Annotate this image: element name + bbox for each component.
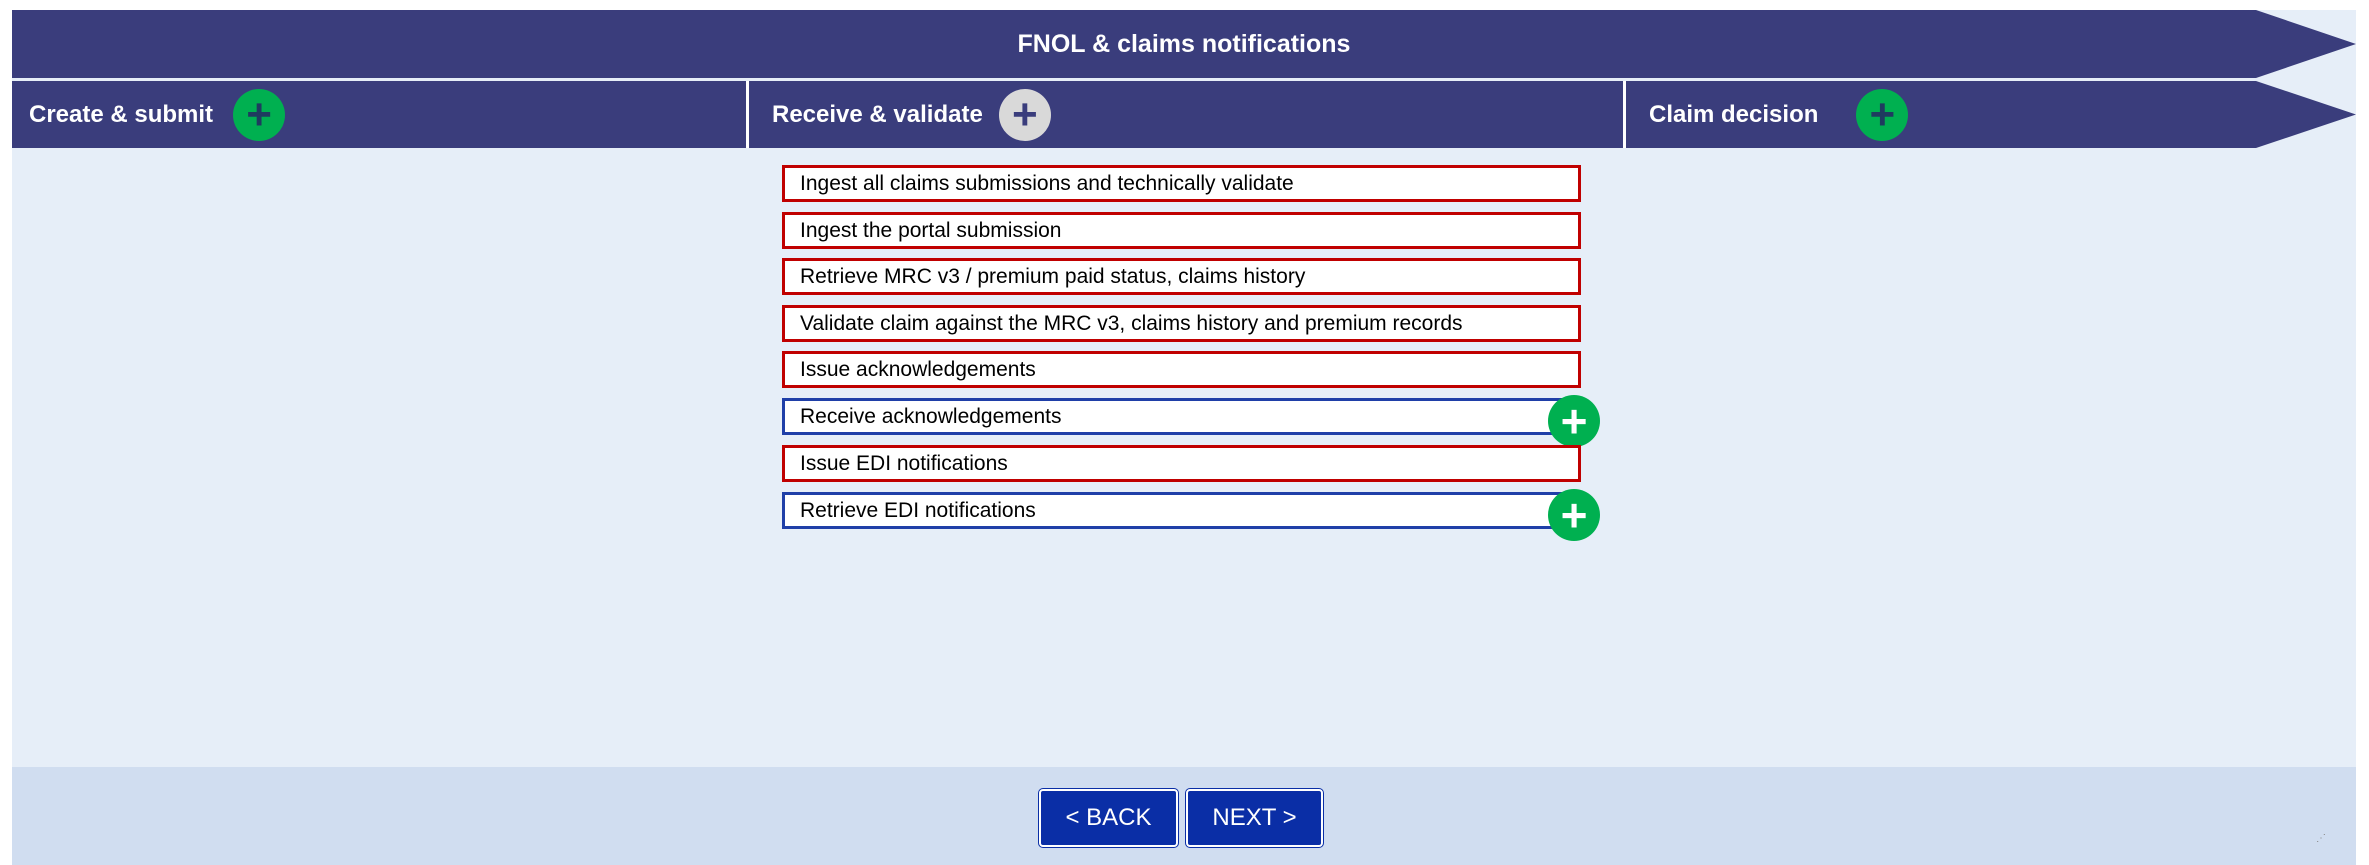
phase-label: Create & submit bbox=[29, 100, 214, 128]
banner-title: FNOL & claims notifications bbox=[1017, 30, 1351, 58]
phase-receive-validate[interactable]: Receive & validate + bbox=[772, 81, 1051, 148]
phase-divider bbox=[1623, 81, 1626, 148]
task-item[interactable]: Ingest all claims submissions and techni… bbox=[782, 165, 1581, 202]
phase-bar: Create & submit + Receive & validate + C… bbox=[12, 81, 2356, 148]
task-label: Ingest all claims submissions and techni… bbox=[800, 171, 1294, 195]
task-label: Retrieve EDI notifications bbox=[800, 498, 1036, 522]
task-label: Validate claim against the MRC v3, claim… bbox=[800, 311, 1463, 335]
phase-create-submit[interactable]: Create & submit + bbox=[29, 81, 286, 148]
task-item[interactable]: Validate claim against the MRC v3, claim… bbox=[782, 305, 1581, 342]
next-button[interactable]: NEXT > bbox=[1186, 789, 1323, 847]
task-item[interactable]: Issue acknowledgements bbox=[782, 351, 1581, 388]
task-item[interactable]: Receive acknowledgements + bbox=[782, 395, 1600, 447]
phase-divider bbox=[746, 81, 749, 148]
task-item[interactable]: Issue EDI notifications bbox=[782, 445, 1581, 482]
phase-claim-decision[interactable]: Claim decision + bbox=[1649, 81, 1909, 148]
phase-label: Claim decision bbox=[1649, 100, 1819, 128]
task-label: Retrieve MRC v3 / premium paid status, c… bbox=[800, 264, 1306, 288]
process-banner: FNOL & claims notifications bbox=[12, 10, 2356, 78]
plus-icon[interactable]: + bbox=[1548, 489, 1600, 541]
task-item[interactable]: Retrieve MRC v3 / premium paid status, c… bbox=[782, 258, 1581, 295]
plus-icon[interactable]: + bbox=[1548, 395, 1600, 447]
task-item[interactable]: Ingest the portal submission bbox=[782, 212, 1581, 249]
back-button[interactable]: < BACK bbox=[1039, 789, 1178, 847]
plus-icon[interactable]: + bbox=[998, 88, 1051, 141]
task-label: Ingest the portal submission bbox=[800, 218, 1062, 242]
plus-icon[interactable]: + bbox=[1856, 88, 1909, 141]
task-label: Issue acknowledgements bbox=[800, 357, 1036, 381]
phase-arrow-shape bbox=[12, 81, 2356, 148]
plus-icon[interactable]: + bbox=[233, 88, 286, 141]
task-label: Receive acknowledgements bbox=[800, 404, 1062, 428]
task-label: Issue EDI notifications bbox=[800, 451, 1008, 475]
footer-nav: < BACK NEXT > ⋰ bbox=[12, 767, 2356, 865]
phase-label: Receive & validate bbox=[772, 100, 983, 128]
resize-grip-icon: ⋰ bbox=[2316, 833, 2326, 844]
task-item[interactable]: Retrieve EDI notifications + bbox=[782, 489, 1600, 541]
